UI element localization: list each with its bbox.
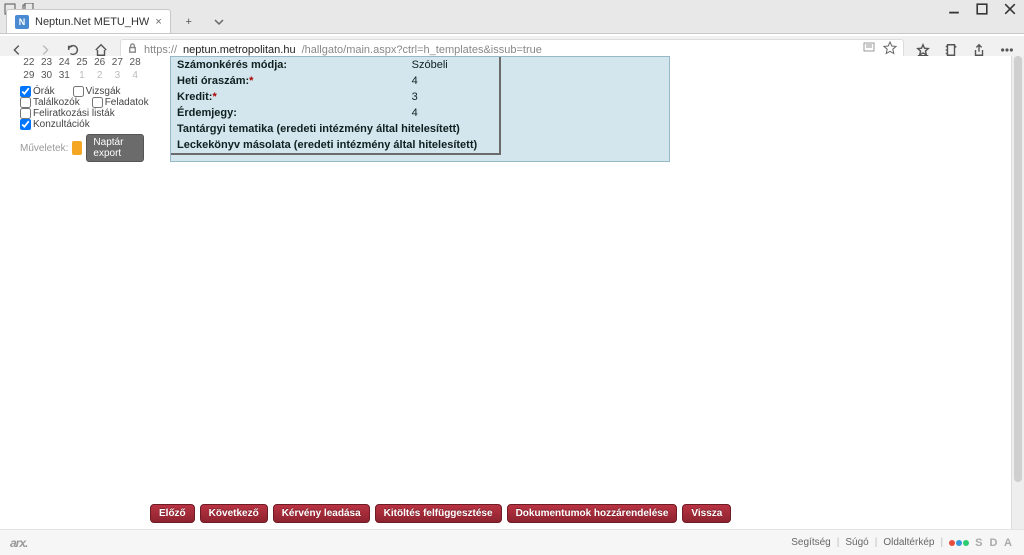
window-close[interactable] [1004, 3, 1016, 15]
scroll-thumb[interactable] [1014, 56, 1022, 482]
cal-day[interactable]: 23 [38, 56, 56, 69]
val-szamonkeres: Szóbeli [406, 57, 500, 73]
cal-day-next-month[interactable]: 4 [126, 69, 144, 82]
footer-segitseg[interactable]: Segítség [791, 537, 830, 548]
chk-vizsgak[interactable]: Vizsgák [73, 86, 121, 97]
course-info-table: Számonkérés módja:Szóbeli Heti óraszám:*… [171, 57, 501, 155]
footer-oldalterkep[interactable]: Oldaltérkép [883, 537, 934, 548]
lbl-szamonkeres: Számonkérés módja: [171, 57, 406, 73]
cal-day-next-month[interactable]: 2 [91, 69, 109, 82]
cal-day[interactable]: 22 [20, 56, 38, 69]
btn-elozo[interactable]: Előző [150, 504, 195, 523]
btn-kerveny-leadasa[interactable]: Kérvény leadása [273, 504, 370, 523]
row-tematika: Tantárgyi tematika (eredeti intézmény ál… [171, 121, 500, 137]
calendar-export-button[interactable]: Naptár export [86, 134, 144, 162]
cal-day-next-month[interactable]: 3 [109, 69, 127, 82]
ops-label: Műveletek: [20, 143, 68, 154]
btn-vissza[interactable]: Vissza [682, 504, 731, 523]
cal-day-next-month[interactable]: 1 [73, 69, 91, 82]
mini-calendar[interactable]: 22 23 24 25 26 27 28 29 30 31 1 2 3 4 [20, 56, 144, 82]
lbl-kredit: Kredit:* [171, 89, 406, 105]
cal-day[interactable]: 26 [91, 56, 109, 69]
tab-close-icon[interactable]: × [155, 16, 161, 28]
rss-icon[interactable] [72, 141, 82, 155]
chk-feladatok[interactable]: Feladatok [92, 97, 149, 108]
lbl-erdemjegy: Érdemjegy: [171, 105, 406, 121]
footer-brand: arx. [10, 536, 27, 550]
url-host: neptun.metropolitan.hu [183, 44, 296, 56]
row-leckekonyv: Leckekönyv másolata (eredeti intézmény á… [171, 137, 500, 154]
val-hetioraszam: 4 [406, 73, 500, 89]
chk-konzultaciok[interactable]: Konzultációk [20, 119, 144, 130]
footer-sugo[interactable]: Súgó [845, 537, 868, 548]
lock-icon [127, 43, 138, 57]
val-erdemjegy: 4 [406, 105, 500, 121]
window-minimize[interactable] [948, 3, 960, 15]
url-path: /hallgato/main.aspx?ctrl=h_templates&iss… [302, 44, 542, 56]
url-scheme: https:// [144, 44, 177, 56]
cal-day[interactable]: 30 [38, 69, 56, 82]
cal-day[interactable]: 28 [126, 56, 144, 69]
cal-day[interactable]: 25 [73, 56, 91, 69]
btn-kovetkezo[interactable]: Következő [200, 504, 268, 523]
cal-day[interactable]: 31 [55, 69, 73, 82]
btn-kitoltes-felfuggesztese[interactable]: Kitöltés felfüggesztése [375, 504, 502, 523]
chk-orak[interactable]: Órák [20, 86, 55, 97]
tab-list-button[interactable] [207, 11, 231, 33]
lbl-hetioraszam: Heti óraszám:* [171, 73, 406, 89]
cal-day[interactable]: 24 [55, 56, 73, 69]
chk-talalkozok[interactable]: Találkozók [20, 97, 80, 108]
tab-favicon: N [15, 15, 29, 29]
new-tab-button[interactable]: + [177, 11, 201, 33]
browser-tab[interactable]: N Neptun.Net METU_HW × [6, 9, 171, 33]
cal-day[interactable]: 27 [109, 56, 127, 69]
chk-feliratkozasi[interactable]: Feliratkozási listák [20, 108, 144, 119]
footer-sda-logo: S D A [975, 537, 1014, 549]
tab-title: Neptun.Net METU_HW [35, 16, 149, 28]
btn-dokumentumok[interactable]: Dokumentumok hozzárendelése [507, 504, 678, 523]
window-maximize[interactable] [976, 3, 988, 15]
vertical-scrollbar[interactable] [1011, 56, 1024, 529]
val-kredit: 3 [406, 89, 500, 105]
cal-day[interactable]: 29 [20, 69, 38, 82]
footer-dots-icon [949, 540, 969, 546]
